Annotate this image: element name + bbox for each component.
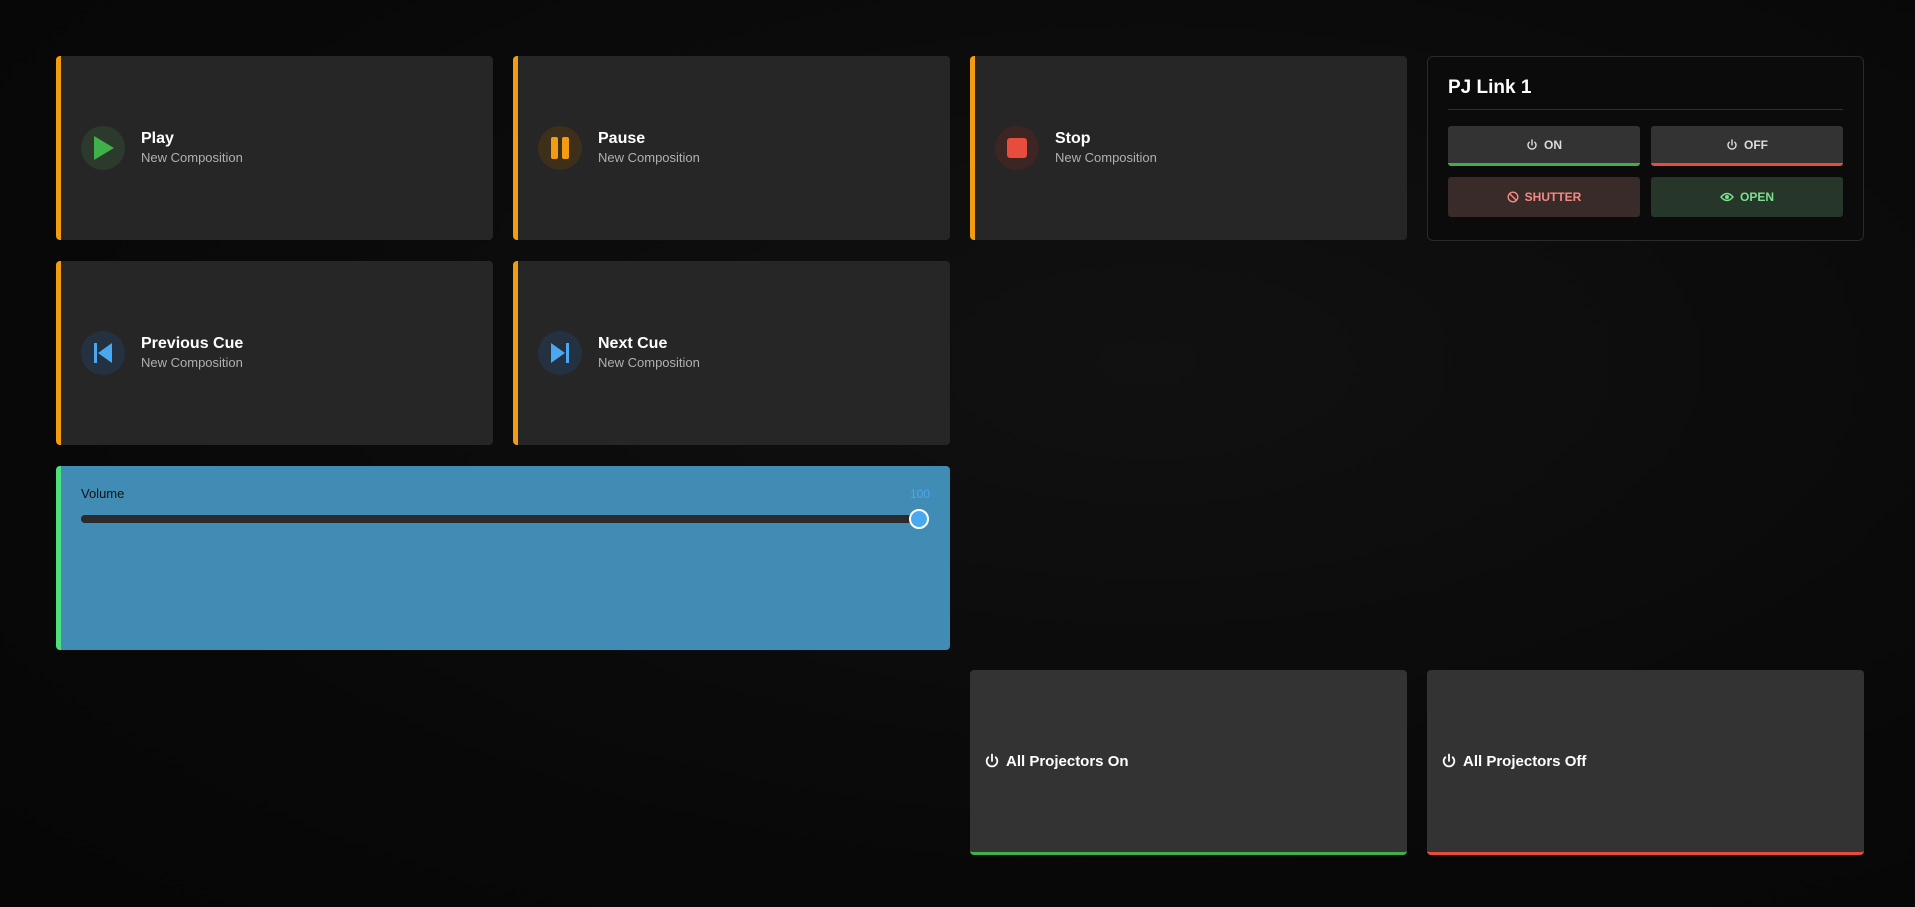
skip-next-icon [538, 331, 582, 375]
shutter-button[interactable]: SHUTTER [1448, 177, 1640, 217]
projector-off-button[interactable]: OFF [1651, 126, 1843, 166]
power-icon [984, 753, 1000, 769]
pause-cue-button[interactable]: Pause New Composition [513, 56, 950, 240]
block-icon [1507, 191, 1519, 203]
shutter-label: SHUTTER [1524, 190, 1582, 204]
cue-title: Previous Cue [141, 335, 244, 352]
all-projectors-off-button[interactable]: All Projectors Off [1427, 670, 1864, 855]
cue-title: Stop [1055, 130, 1091, 147]
volume-value: 100 [909, 486, 930, 501]
volume-label: Volume [81, 486, 125, 501]
power-icon [1726, 138, 1738, 151]
all-projectors-off-label: All Projectors Off [1463, 752, 1587, 770]
cue-subtitle: New Composition [598, 150, 700, 165]
open-button[interactable]: OPEN [1651, 177, 1843, 217]
skip-previous-icon [81, 331, 125, 375]
pjlink-title: PJ Link 1 [1448, 77, 1843, 110]
play-icon [81, 126, 125, 170]
cue-title: Play [141, 130, 174, 147]
cue-subtitle: New Composition [141, 150, 243, 165]
projector-on-label: ON [1544, 137, 1562, 152]
previous-cue-button[interactable]: Previous Cue New Composition [56, 261, 493, 445]
eye-icon [1720, 191, 1734, 203]
play-cue-button[interactable]: Play New Composition [56, 56, 493, 240]
stop-icon [995, 126, 1039, 170]
all-projectors-on-button[interactable]: All Projectors On [970, 670, 1407, 855]
pause-icon [538, 126, 582, 170]
cue-subtitle: New Composition [598, 355, 700, 370]
open-label: OPEN [1739, 190, 1774, 204]
projector-off-label: OFF [1744, 137, 1768, 152]
volume-panel: Volume 100 [56, 466, 950, 650]
volume-slider-fill [81, 515, 919, 523]
stop-cue-button[interactable]: Stop New Composition [970, 56, 1407, 240]
volume-slider[interactable] [81, 509, 929, 529]
cue-subtitle: New Composition [1055, 150, 1157, 165]
all-projectors-on-label: All Projectors On [1006, 752, 1129, 770]
next-cue-button[interactable]: Next Cue New Composition [513, 261, 950, 445]
pjlink-card: PJ Link 1 ON OFF SHUTTER OPEN [1427, 56, 1864, 241]
cue-title: Pause [598, 130, 646, 147]
control-dashboard: Play New Composition Pause New Compositi… [0, 0, 1915, 907]
cue-title: Next Cue [598, 335, 668, 352]
cue-subtitle: New Composition [141, 355, 243, 370]
power-icon [1526, 138, 1538, 151]
projector-on-button[interactable]: ON [1448, 126, 1640, 166]
power-icon [1441, 753, 1457, 769]
volume-slider-thumb[interactable] [909, 509, 929, 529]
